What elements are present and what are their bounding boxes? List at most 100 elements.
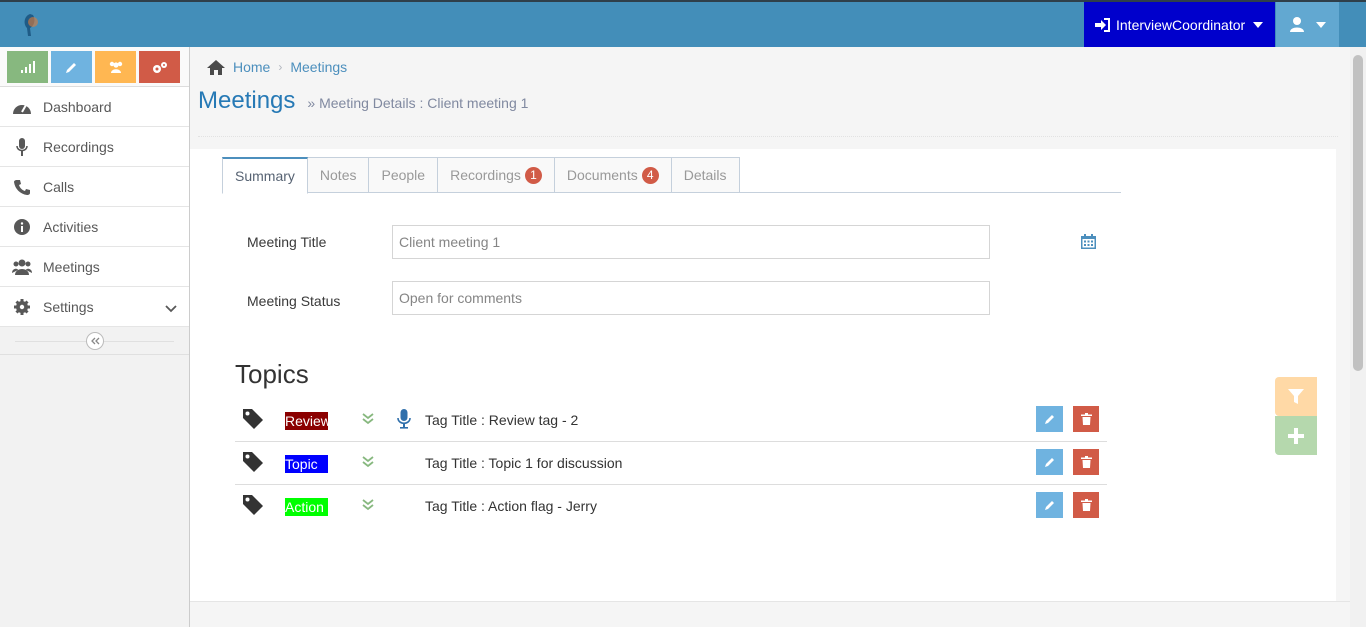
- breadcrumb-separator-icon: ›: [278, 60, 283, 74]
- sidebar-item-label: Dashboard: [43, 98, 112, 115]
- tab-recordings[interactable]: Recordings 1: [438, 157, 555, 193]
- caret-down-icon: [1253, 21, 1264, 28]
- double-chevron-down-icon[interactable]: [361, 455, 375, 472]
- double-chevron-down-icon[interactable]: [361, 498, 375, 515]
- sidebar-item-calls[interactable]: Calls: [0, 167, 189, 207]
- phone-icon: [12, 177, 32, 197]
- documents-count-badge: 4: [641, 166, 659, 184]
- meeting-title-label: Meeting Title: [247, 234, 327, 250]
- tag-label-action: Action: [285, 498, 328, 516]
- topic-title: Tag Title : Topic 1 for discussion: [425, 455, 623, 471]
- sign-in-icon: [1095, 17, 1110, 32]
- user-menu-dropdown[interactable]: [1276, 2, 1339, 47]
- filter-icon: [1288, 388, 1304, 404]
- edit-topic-button[interactable]: [1036, 406, 1063, 432]
- tachometer-icon: [12, 97, 32, 117]
- tag-label-review: Review: [285, 412, 331, 430]
- info-circle-icon: [12, 217, 32, 237]
- user-login-dropdown[interactable]: InterviewCoordinator: [1084, 2, 1275, 47]
- recordings-count-badge: 1: [524, 166, 542, 184]
- meeting-title-input[interactable]: Client meeting 1: [392, 225, 990, 259]
- shortcut-pencil-button[interactable]: [51, 51, 92, 83]
- delete-topic-button[interactable]: [1073, 492, 1099, 518]
- tag-icon: [243, 409, 263, 432]
- edit-topic-button[interactable]: [1036, 492, 1063, 518]
- tab-label: Recordings: [450, 167, 521, 183]
- sidebar-item-label: Settings: [43, 298, 94, 315]
- meeting-title-row: Meeting Title Client meeting 1: [247, 225, 990, 259]
- footer-divider: [190, 601, 1350, 602]
- meeting-tabs: Summary Notes People Recordings 1 Documen…: [222, 157, 1121, 194]
- pencil-icon: [1044, 501, 1054, 510]
- top-navbar: InterviewCoordinator: [0, 0, 1366, 47]
- edit-topic-button[interactable]: [1036, 449, 1063, 475]
- sidebar-item-meetings[interactable]: Meetings: [0, 247, 189, 287]
- delete-topic-button[interactable]: [1073, 449, 1099, 475]
- calendar-icon[interactable]: [1081, 234, 1096, 252]
- shortcut-signal-button[interactable]: [7, 51, 48, 83]
- scrollbar-thumb[interactable]: [1353, 55, 1363, 371]
- tag-label-topic: Topic: [285, 455, 328, 473]
- home-icon[interactable]: [207, 59, 225, 75]
- shortcut-users-button[interactable]: [95, 51, 136, 83]
- trash-icon: [1080, 499, 1092, 511]
- tab-people[interactable]: People: [369, 157, 439, 193]
- topic-title: Tag Title : Action flag - Jerry: [425, 498, 597, 514]
- sidebar-item-dashboard[interactable]: Dashboard: [0, 87, 189, 127]
- caret-down-icon: [1315, 21, 1326, 28]
- user-login-label: InterviewCoordinator: [1116, 16, 1246, 33]
- tag-icon: [243, 495, 263, 518]
- user-icon: [1289, 17, 1304, 32]
- sidebar-collapse-button[interactable]: [86, 332, 104, 350]
- tab-notes[interactable]: Notes: [307, 157, 370, 193]
- delete-topic-button[interactable]: [1073, 406, 1099, 432]
- breadcrumb-home-link[interactable]: Home: [233, 59, 270, 75]
- tab-details[interactable]: Details: [671, 157, 740, 193]
- sidebar: Dashboard Recordings Calls Activities Me…: [0, 47, 190, 627]
- users-icon: [109, 61, 122, 73]
- sidebar-item-activities[interactable]: Activities: [0, 207, 189, 247]
- pencil-icon: [66, 62, 76, 73]
- tab-documents[interactable]: Documents 4: [554, 157, 672, 193]
- app-logo-icon[interactable]: [20, 10, 44, 38]
- sidebar-item-label: Calls: [43, 178, 75, 195]
- double-chevron-down-icon[interactable]: [361, 412, 375, 429]
- shortcut-cogs-button[interactable]: [139, 51, 180, 83]
- sidebar-item-label: Meetings: [43, 258, 100, 275]
- tab-summary[interactable]: Summary: [222, 157, 308, 194]
- pencil-icon: [1044, 415, 1054, 424]
- sidebar-collapse-bar: [0, 327, 189, 355]
- tab-label: Documents: [566, 167, 638, 183]
- sidebar-item-settings[interactable]: Settings: [0, 287, 189, 327]
- tab-label: People: [381, 167, 426, 183]
- cogs-icon: [152, 61, 167, 73]
- users-icon: [12, 257, 32, 277]
- page-title: Meetings: [198, 87, 296, 114]
- breadcrumb: Home › Meetings: [207, 59, 347, 75]
- meeting-status-input[interactable]: Open for comments: [392, 281, 990, 315]
- double-angle-right-icon: »: [307, 95, 316, 111]
- sidebar-item-recordings[interactable]: Recordings: [0, 127, 189, 167]
- page-subtitle-text: Meeting Details : Client meeting 1: [319, 95, 529, 111]
- filter-button[interactable]: [1275, 377, 1317, 416]
- meeting-status-label: Meeting Status: [247, 293, 341, 309]
- gear-icon: [12, 297, 32, 317]
- breadcrumb-current-link[interactable]: Meetings: [290, 59, 347, 75]
- tag-icon: [243, 452, 263, 475]
- sidebar-item-label: Activities: [43, 218, 99, 235]
- topic-title: Tag Title : Review tag - 2: [425, 412, 579, 428]
- signal-icon: [20, 61, 35, 73]
- content-panel: Summary Notes People Recordings 1 Documen…: [190, 149, 1336, 601]
- meeting-status-row: Meeting Status Open for comments: [247, 281, 990, 315]
- sidebar-item-label: Recordings: [43, 138, 114, 155]
- add-topic-button[interactable]: [1275, 416, 1317, 455]
- page-scrollbar[interactable]: [1350, 47, 1366, 627]
- topics-heading: Topics: [235, 359, 309, 389]
- tab-label: Summary: [235, 168, 295, 184]
- topic-row: Topic Tag Title : Topic 1 for discussion: [235, 442, 1107, 485]
- tab-label: Notes: [319, 167, 357, 183]
- page-subtitle: » Meeting Details : Client meeting 1: [307, 95, 528, 111]
- double-chevron-left-icon: [91, 337, 100, 345]
- microphone-icon[interactable]: [397, 409, 411, 432]
- topic-row: Action Tag Title : Action flag - Jerry: [235, 485, 1107, 528]
